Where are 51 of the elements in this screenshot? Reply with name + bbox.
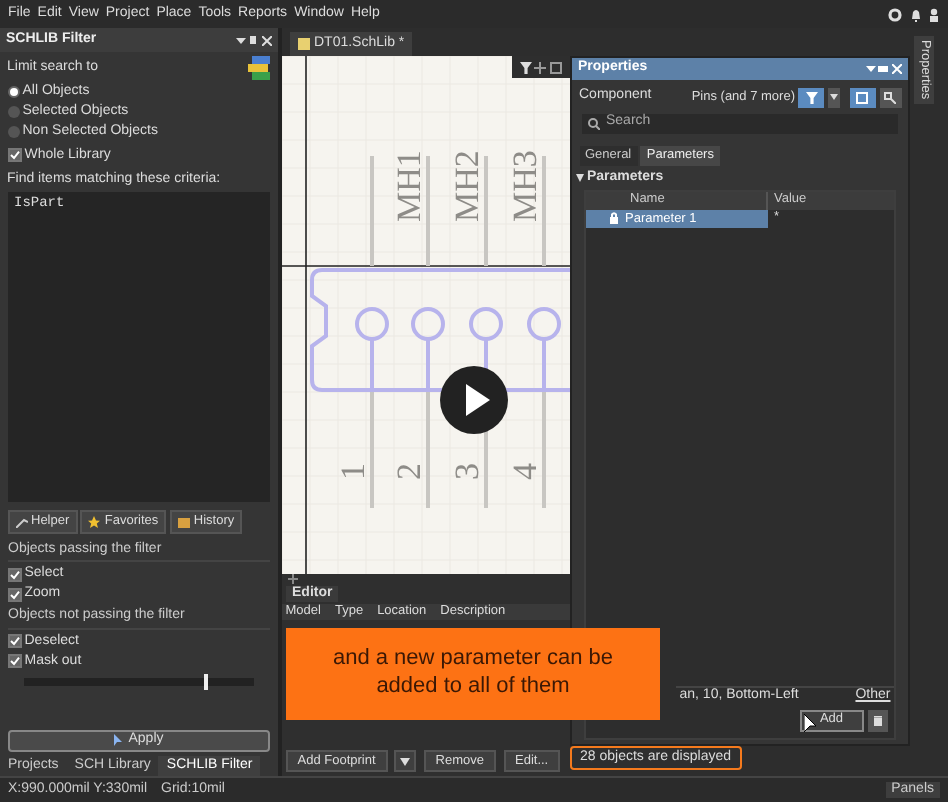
filter-icon[interactable] [519,61,531,73]
pin-number: 2 [390,463,428,480]
radio-button[interactable] [7,125,19,138]
select-icon [856,91,869,103]
pin-number: 3 [448,463,486,480]
bell-icon[interactable] [909,7,921,21]
settings-icon[interactable] [888,7,902,21]
plus-icon[interactable] [288,574,298,584]
pin-number: 1 [334,463,372,480]
caret-icon [400,757,411,766]
pin-designator: MH1 [390,150,428,222]
close-icon[interactable] [262,35,272,45]
rectangle-icon[interactable] [550,61,562,73]
trash-icon [873,715,881,725]
pin-number: 4 [506,463,544,480]
radio-button[interactable] [7,85,19,98]
slider-thumb[interactable] [203,673,208,690]
star-icon [88,515,101,528]
zoom-icon [884,91,896,103]
play-icon[interactable] [440,366,508,434]
filter-icon [805,91,818,103]
radio-button[interactable] [7,105,19,118]
select-button[interactable] [849,87,876,107]
zoom-button[interactable] [879,87,901,107]
lock-icon [610,212,618,225]
cursor-icon [804,714,816,732]
pin-designator: MH2 [448,150,486,222]
checkbox[interactable] [7,587,21,602]
caret-icon [830,94,838,100]
checkbox[interactable] [7,654,21,669]
document-icon [298,38,310,50]
delete-button[interactable] [867,709,887,731]
search-icon [588,117,600,129]
dropdown-icon[interactable] [865,64,875,74]
pin-designator: MH3 [506,150,544,222]
cursor-icon [114,734,123,747]
checkbox[interactable] [7,148,21,163]
filter-button[interactable] [798,87,825,107]
checkbox[interactable] [7,634,21,649]
checkbox[interactable] [7,567,21,582]
collapse-icon[interactable] [575,173,584,182]
library-icon [247,55,271,80]
dropdown-button[interactable] [394,750,417,773]
plus-icon[interactable] [534,61,547,73]
folder-icon [177,515,190,528]
dropdown-icon[interactable] [235,35,245,45]
wand-icon [15,515,27,528]
dropdown-button[interactable] [828,87,840,107]
callout: and a new parameter can be added to all of them [286,628,660,720]
user-icon[interactable] [928,7,940,21]
slider-track[interactable] [24,677,254,686]
